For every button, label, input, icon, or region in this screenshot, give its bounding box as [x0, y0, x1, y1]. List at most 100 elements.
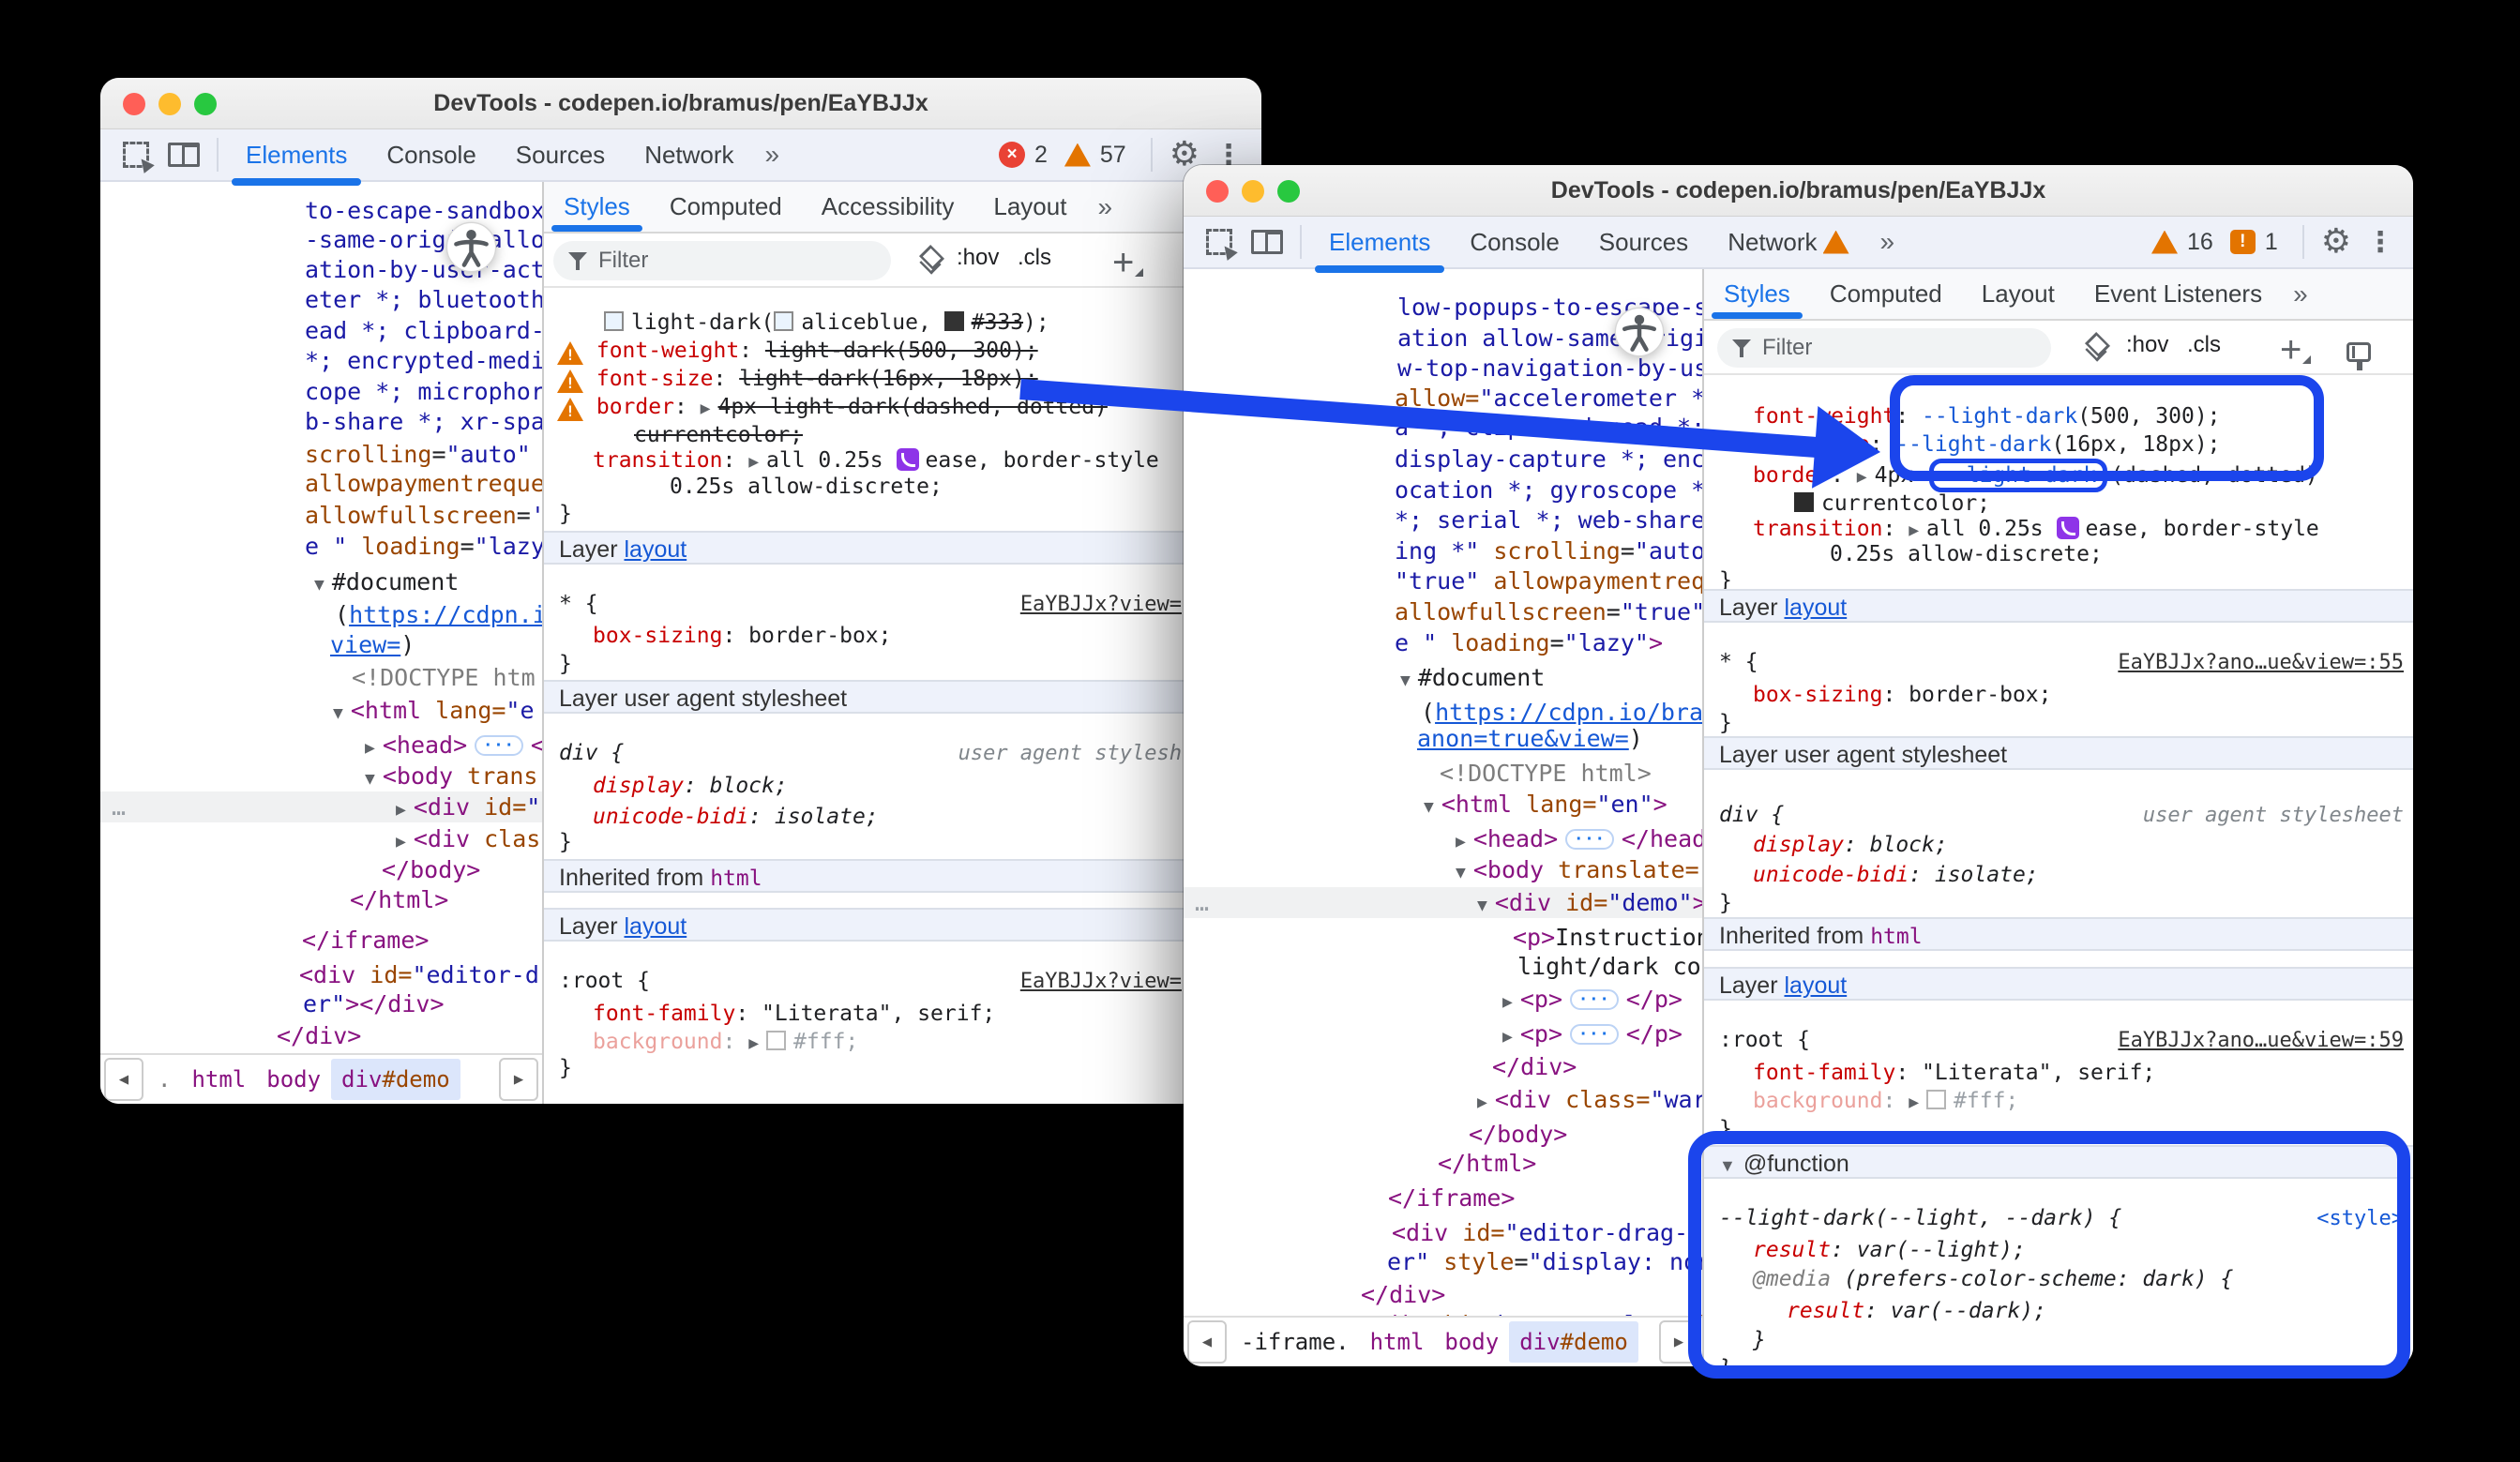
filter-input[interactable]: Filter [1717, 328, 2051, 368]
disclosure-triangle-icon[interactable]: ▶ [748, 1033, 759, 1053]
sidebar-tab-layout[interactable]: Layout [1962, 269, 2075, 319]
row-overflow-ellipsis[interactable]: … [1195, 887, 1211, 918]
link[interactable]: view= [330, 631, 400, 658]
tab-sources[interactable]: Sources [496, 129, 625, 180]
tab-elements[interactable]: Elements [1309, 217, 1450, 267]
disclosure-triangle-icon[interactable]: ▶ [748, 452, 759, 472]
stylesheet-source-link[interactable]: EaYBJJx?view= [1020, 590, 1182, 619]
rendering-emulation-icon[interactable] [2346, 342, 2371, 362]
layer-link[interactable]: layout [624, 913, 687, 940]
new-style-rule-button[interactable]: + [2280, 336, 2301, 364]
toggle-class-button[interactable]: .cls [1018, 245, 1051, 271]
filter-input[interactable]: Filter [553, 241, 891, 280]
disclosure-triangle-icon[interactable]: ▶ [396, 832, 406, 852]
sidebar-tab-layout[interactable]: Layout [973, 182, 1086, 232]
stylesheet-source-link[interactable]: <style> [2316, 1204, 2404, 1233]
breadcrumb-item[interactable]: html [181, 1059, 256, 1100]
tab-network[interactable]: Network [1708, 217, 1868, 267]
titlebar[interactable]: DevTools - codepen.io/bramus/pen/EaYBJJx [1184, 165, 2413, 217]
tab-console[interactable]: Console [1450, 217, 1578, 267]
stylesheet-source-link[interactable]: EaYBJJx?ano…ue&view=:55 [2118, 648, 2404, 677]
disclosure-triangle-icon[interactable]: ▼ [1400, 671, 1411, 690]
disclosure-triangle-icon[interactable]: ▼ [365, 769, 375, 789]
tab-sources[interactable]: Sources [1579, 217, 1708, 267]
more-tabs-chevron-icon[interactable]: » [1869, 227, 1905, 257]
tab-elements[interactable]: Elements [226, 129, 367, 180]
tab-console[interactable]: Console [367, 129, 495, 180]
warning-count-icon[interactable] [2151, 231, 2178, 254]
more-tabs-chevron-icon[interactable]: » [2282, 279, 2317, 309]
css-function-link[interactable]: --light-dark [1922, 404, 2077, 429]
disclosure-triangle-icon[interactable]: ▶ [1909, 520, 1919, 540]
highlighted-css-function[interactable]: --light-dark [1929, 459, 2107, 492]
warning-count-icon[interactable] [1064, 143, 1091, 167]
disclosure-triangle-icon[interactable]: ▼ [314, 575, 324, 595]
sidebar-tab-computed[interactable]: Computed [1810, 269, 1962, 319]
kebab-menu-icon[interactable]: ⋮ [2361, 226, 2400, 259]
tab-network[interactable]: Network [625, 129, 753, 180]
disclosure-triangle-icon[interactable]: ▶ [1857, 467, 1867, 487]
disclosure-triangle-icon[interactable]: ▼ [1424, 797, 1434, 817]
device-toolbar-icon[interactable] [1251, 230, 1283, 254]
disclosure-triangle-icon[interactable]: ▶ [365, 738, 375, 758]
toggle-class-button[interactable]: .cls [2187, 332, 2221, 358]
breadcrumb-scroll-left-button[interactable]: ◀ [104, 1058, 143, 1101]
breadcrumb-scroll-left-button[interactable]: ◀ [1187, 1320, 1227, 1364]
breadcrumb-item[interactable]: body [256, 1059, 331, 1100]
sidebar-tab-event-listeners[interactable]: Event Listeners [2075, 269, 2282, 319]
titlebar[interactable]: DevTools - codepen.io/bramus/pen/EaYBJJx [100, 78, 1261, 129]
disclosure-triangle-icon[interactable]: ▼ [333, 703, 343, 723]
sidebar-tab-computed[interactable]: Computed [650, 182, 802, 232]
dom-tree-pane[interactable]: to-escape-sandbox-same-origin alloation-… [100, 182, 542, 1053]
stylesheet-source-link[interactable]: EaYBJJx?view= [1020, 967, 1182, 996]
close-button[interactable] [123, 93, 145, 115]
breadcrumb-scroll-right-button[interactable]: ▶ [1659, 1320, 1698, 1364]
disclosure-triangle-icon[interactable]: ▶ [396, 800, 406, 820]
zoom-button[interactable] [194, 93, 217, 115]
dom-tree-pane[interactable]: low-popups-to-escape-saation allow-same-… [1184, 269, 1702, 1316]
sidebar-tab-styles[interactable]: Styles [544, 182, 650, 232]
breadcrumb-item[interactable]: div#demo [1509, 1321, 1638, 1363]
toggle-element-state-button[interactable]: :hov [2126, 332, 2168, 358]
css-function-link[interactable]: --light-dark [1895, 432, 2051, 457]
layer-link[interactable]: layout [1784, 972, 1847, 999]
new-style-rule-button[interactable]: + [1112, 249, 1134, 277]
link[interactable]: https://cdpn.io/bram [1435, 699, 1702, 726]
sidebar-tab-styles[interactable]: Styles [1704, 269, 1810, 319]
inspect-element-icon[interactable] [1206, 229, 1232, 255]
zoom-button[interactable] [1277, 180, 1300, 203]
layer-link[interactable]: layout [1784, 595, 1847, 621]
disclosure-triangle-icon[interactable]: ▶ [1909, 1093, 1919, 1112]
breadcrumb-scroll-right-button[interactable]: ▶ [499, 1058, 538, 1101]
more-tabs-chevron-icon[interactable]: » [1086, 192, 1122, 222]
breadcrumb-item[interactable]: -iframe. [1230, 1321, 1360, 1363]
disclosure-triangle-icon[interactable]: ▶ [1456, 832, 1466, 852]
more-tabs-chevron-icon[interactable]: » [754, 140, 790, 170]
disclosure-triangle-icon[interactable]: ▼ [1719, 1156, 1736, 1175]
settings-gear-icon[interactable]: ⚙ [2321, 225, 2351, 259]
expand-ellipsis-button[interactable]: ··· [1565, 829, 1614, 850]
breadcrumb-item[interactable]: div#demo [331, 1059, 460, 1100]
device-toolbar-icon[interactable] [168, 143, 200, 167]
link[interactable]: anon=true&view= [1417, 725, 1629, 752]
error-count-icon[interactable]: × [999, 142, 1025, 168]
row-overflow-ellipsis[interactable]: … [112, 791, 128, 822]
minimize-button[interactable] [158, 93, 181, 115]
expand-ellipsis-button[interactable]: ··· [1570, 989, 1619, 1010]
minimize-button[interactable] [1242, 180, 1264, 203]
disclosure-triangle-icon[interactable]: ▶ [1477, 1093, 1487, 1112]
disclosure-triangle-icon[interactable]: ▼ [1456, 863, 1466, 882]
disclosure-triangle-icon[interactable]: ▶ [701, 399, 711, 418]
sidebar-tab-accessibility[interactable]: Accessibility [802, 182, 974, 232]
breadcrumb-item[interactable]: body [1434, 1321, 1509, 1363]
disclosure-triangle-icon[interactable]: ▶ [1502, 992, 1513, 1012]
breadcrumb-item[interactable]: . [147, 1059, 181, 1100]
layers-icon[interactable] [2083, 334, 2109, 362]
breadcrumb-item[interactable]: html [1360, 1321, 1435, 1363]
expand-ellipsis-button[interactable]: ··· [1570, 1024, 1619, 1045]
disclosure-triangle-icon[interactable]: ▼ [1477, 896, 1487, 915]
layer-link[interactable]: layout [624, 536, 687, 563]
toggle-element-state-button[interactable]: :hov [957, 245, 999, 271]
expand-ellipsis-button[interactable]: ··· [475, 735, 523, 756]
close-button[interactable] [1206, 180, 1229, 203]
